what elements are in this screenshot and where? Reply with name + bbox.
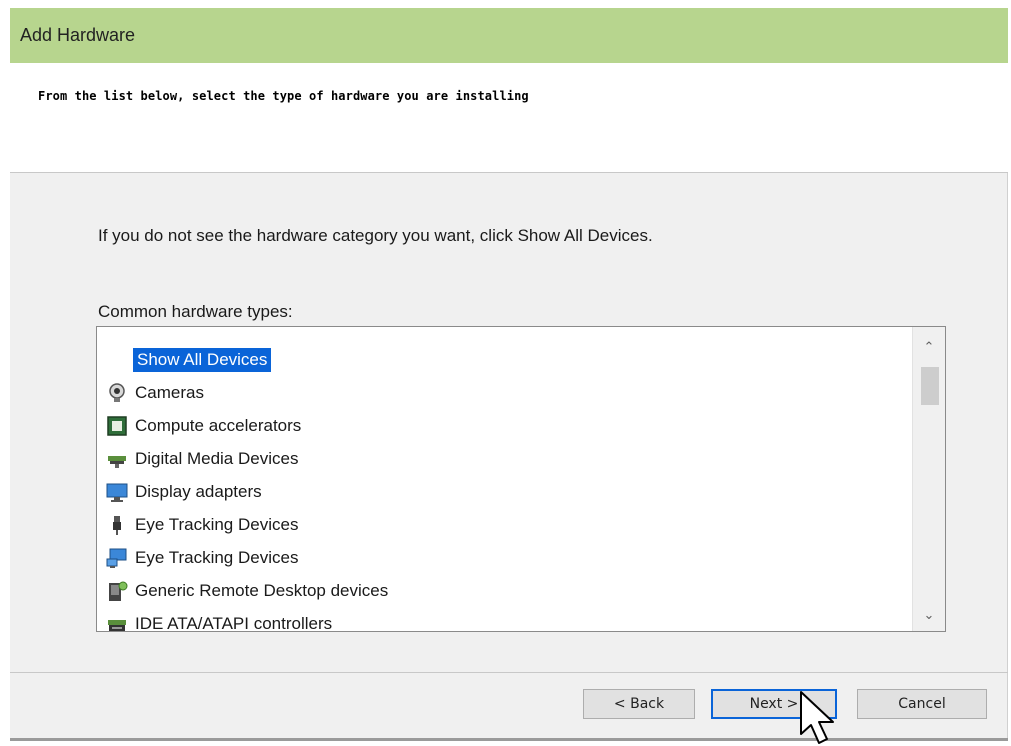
dialog-bottom-edge — [10, 738, 1008, 741]
camera-icon — [105, 382, 129, 404]
hardware-types-list[interactable]: Show All Devices Cameras Compute acceler… — [96, 326, 946, 632]
window-title: Add Hardware — [20, 25, 136, 45]
cancel-button[interactable]: Cancel — [857, 689, 987, 719]
hardware-types-label: Common hardware types: — [98, 302, 293, 321]
footer-divider — [10, 672, 1008, 673]
list-item-label: Eye Tracking Devices — [135, 514, 299, 534]
list-item-label: Show All Devices — [133, 347, 272, 372]
list-item-label: Eye Tracking Devices — [135, 547, 299, 567]
media-device-icon — [105, 448, 129, 470]
back-button[interactable]: < Back — [583, 689, 695, 719]
instruction-text: If you do not see the hardware category … — [98, 226, 653, 245]
list-item-label: Generic Remote Desktop devices — [135, 580, 389, 600]
wizard-heading: From the list below, select the type of … — [38, 89, 529, 103]
network-computer-icon — [105, 547, 129, 569]
scroll-thumb[interactable] — [921, 367, 939, 405]
list-item-compute-accelerators[interactable]: Compute accelerators — [105, 409, 897, 442]
title-bar[interactable]: Add Hardware — [10, 8, 1008, 63]
wizard-header: From the list below, select the type of … — [10, 63, 1008, 173]
list-item-label: Digital Media Devices — [135, 448, 299, 468]
vertical-scrollbar[interactable]: ⌃ ⌄ — [912, 327, 945, 631]
list-item-label: Cameras — [135, 382, 204, 402]
list-items-container: Show All Devices Cameras Compute acceler… — [105, 343, 897, 632]
list-item-ide-ata-atapi-controllers[interactable]: IDE ATA/ATAPI controllers — [105, 607, 897, 632]
list-item-show-all-devices[interactable]: Show All Devices — [105, 343, 897, 376]
list-item-cameras[interactable]: Cameras — [105, 376, 897, 409]
usb-plug-icon — [105, 514, 129, 536]
list-item-eye-tracking-devices-2[interactable]: Eye Tracking Devices — [105, 541, 897, 574]
remote-desktop-icon — [105, 580, 129, 602]
list-item-label: IDE ATA/ATAPI controllers — [135, 613, 333, 632]
mouse-cursor-icon — [800, 691, 834, 744]
list-item-digital-media-devices[interactable]: Digital Media Devices — [105, 442, 897, 475]
list-item-label: Display adapters — [135, 481, 262, 501]
scroll-up-arrow-icon[interactable]: ⌃ — [913, 335, 945, 359]
add-hardware-dialog: Add Hardware From the list below, select… — [10, 8, 1008, 740]
chip-icon — [105, 415, 129, 437]
list-item-display-adapters[interactable]: Display adapters — [105, 475, 897, 508]
disk-controller-icon — [105, 613, 129, 632]
scroll-down-arrow-icon[interactable]: ⌄ — [913, 603, 945, 627]
monitor-icon — [105, 481, 129, 503]
list-item-generic-remote-desktop-devices[interactable]: Generic Remote Desktop devices — [105, 574, 897, 607]
list-item-eye-tracking-devices-1[interactable]: Eye Tracking Devices — [105, 508, 897, 541]
list-item-label: Compute accelerators — [135, 415, 302, 435]
